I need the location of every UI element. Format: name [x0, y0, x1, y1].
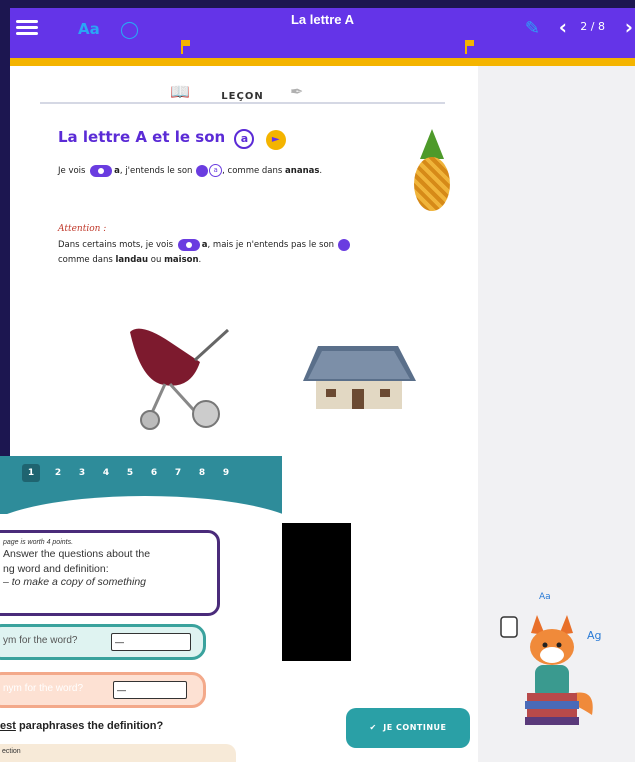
quill-icon: ✒ — [290, 82, 304, 101]
step-7[interactable]: 7 — [166, 464, 190, 482]
page-title: La lettre A — [290, 12, 355, 27]
step-5[interactable]: 5 — [118, 464, 142, 482]
flag-icon — [176, 40, 190, 54]
sentence-text: , comme dans — [222, 166, 283, 176]
check-icon: ✔ — [369, 723, 384, 732]
step-2[interactable]: 2 — [46, 464, 70, 482]
instruction-line: ng word and definition: — [3, 563, 109, 575]
fox-mascot-image: Aa Ag — [500, 592, 602, 725]
step-3[interactable]: 3 — [70, 464, 94, 482]
example-word: ananas — [285, 166, 320, 176]
svg-text:Aa: Aa — [539, 592, 551, 602]
flag-icon — [460, 40, 474, 54]
synonym-question: ym for the word? — [0, 624, 206, 660]
question-text: paraphrases the definition? — [15, 720, 164, 732]
instruction-line: Answer the questions about the — [3, 548, 151, 560]
synonym-input[interactable] — [111, 633, 191, 651]
pineapple-image — [412, 129, 452, 214]
note-text: ou — [150, 255, 162, 265]
lesson-sentence: Je vois a, j'entends le son a, comme dan… — [58, 164, 323, 177]
sentence-text: , j'entends le son — [119, 166, 193, 176]
eye-icon — [90, 164, 113, 177]
heading-text: La lettre A et le son — [58, 128, 226, 146]
page-counter: 2 / 8 — [580, 20, 605, 33]
speaker-icon[interactable]: ► — [265, 130, 286, 150]
sentence-text: Je vois — [58, 166, 86, 176]
section-header: 📖 LEÇON ✒ — [40, 78, 445, 104]
example-word: maison — [164, 255, 199, 265]
sound-a-icon: a — [209, 164, 223, 177]
ear-crossed-icon — [337, 238, 350, 251]
question-card: page is worth 4 points. Answer the quest… — [0, 530, 220, 616]
option-text: ection — [2, 748, 21, 755]
example-word: landau — [115, 255, 149, 265]
quiz-window: 1 2 3 4 5 6 7 8 9 page is worth 4 points… — [0, 456, 282, 762]
stroller-image — [130, 328, 230, 430]
note-text: Dans certains mots, je vois — [58, 240, 174, 250]
definition-text: – to make a copy of something — [3, 576, 146, 588]
step-1[interactable]: 1 — [22, 464, 40, 482]
continue-label: JE CONTINUE — [383, 723, 447, 732]
step-4[interactable]: 4 — [94, 464, 118, 482]
section-label: LEÇON — [221, 91, 264, 102]
note-text: comme dans — [58, 255, 113, 265]
chevron-right-icon[interactable]: › — [625, 15, 633, 39]
sound-a-icon: a — [234, 129, 255, 149]
antonym-question: nym for the word? — [0, 672, 206, 708]
step-9[interactable]: 9 — [214, 464, 238, 482]
chevron-left-icon[interactable]: ‹ — [559, 15, 567, 39]
note-text: , mais je n'entends pas le son — [207, 240, 335, 250]
svg-text:Ag: Ag — [587, 629, 602, 642]
top-app-bar: Aa ◯ La lettre A ✎ ‹ 2 / 8 › — [10, 8, 635, 66]
paraphrase-question: est paraphrases the definition? — [0, 720, 163, 732]
ear-icon — [196, 164, 209, 177]
lesson-heading: La lettre A et le son a ► — [58, 128, 286, 150]
black-overlay — [279, 523, 351, 661]
antonym-label: nym for the word? — [3, 683, 84, 694]
points-note: page is worth 4 points. — [3, 539, 74, 546]
antonym-input[interactable] — [113, 681, 187, 699]
answer-option[interactable]: ection — [0, 744, 236, 762]
eye-icon — [177, 238, 200, 251]
attention-note: Dans certains mots, je vois a, mais je n… — [58, 238, 458, 268]
book-icon: 📖 — [170, 82, 190, 101]
pencil-icon[interactable]: ✎ — [525, 18, 540, 39]
yellow-divider — [10, 58, 635, 66]
continue-button[interactable]: ✔ JE CONTINUE — [346, 708, 470, 748]
step-indicator: 1 2 3 4 5 6 7 8 9 — [22, 464, 238, 482]
house-image — [303, 346, 416, 409]
synonym-label: ym for the word? — [3, 635, 78, 646]
attention-label: Attention : — [58, 224, 107, 234]
question-emphasis: est — [0, 720, 16, 732]
step-8[interactable]: 8 — [190, 464, 214, 482]
step-6[interactable]: 6 — [142, 464, 166, 482]
